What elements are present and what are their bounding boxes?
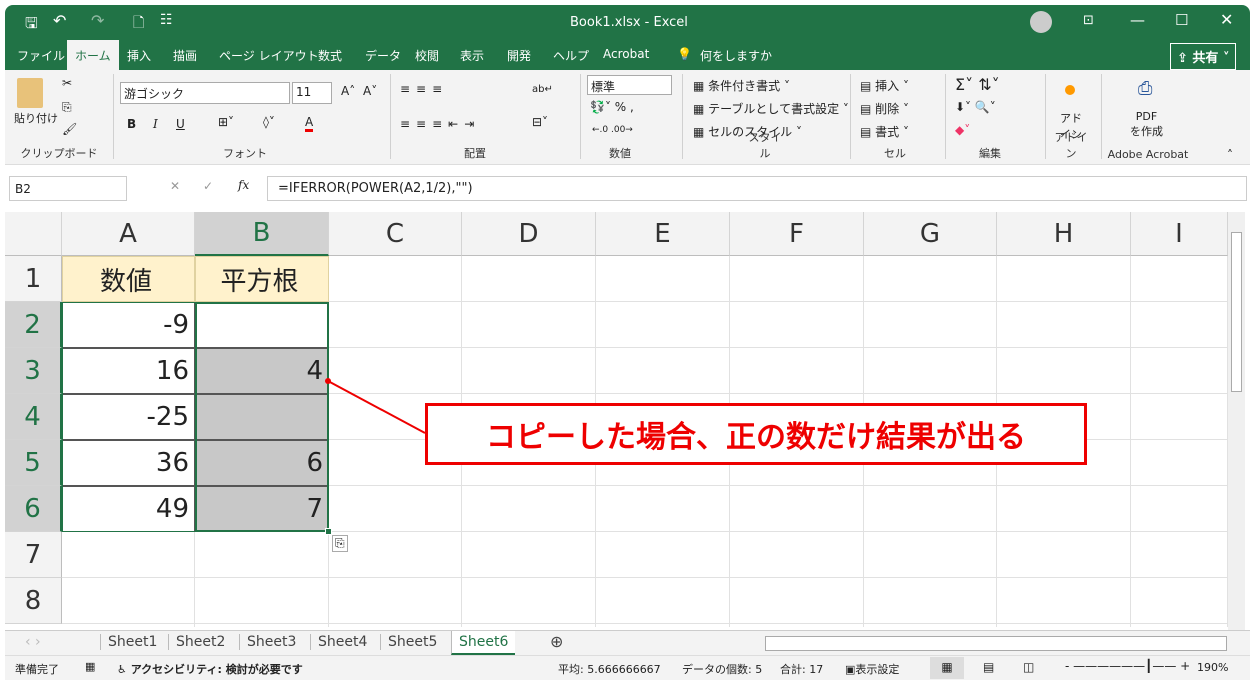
- accessibility-label: アクセシビリティ: 検討が必要です: [131, 663, 303, 676]
- paste-options-icon[interactable]: ⎘: [332, 535, 348, 552]
- callout-dot: [325, 378, 331, 384]
- status-sum: 合計: 17: [780, 661, 823, 677]
- page-break-view-button[interactable]: ◫: [1023, 660, 1034, 674]
- horizontal-scrollbar[interactable]: [765, 636, 1227, 651]
- status-ready: 準備完了: [15, 661, 59, 677]
- callout-annotation: コピーした場合、正の数だけ結果が出る: [425, 403, 1087, 465]
- normal-view-button[interactable]: ▦: [930, 657, 964, 679]
- sheet-tabs-bar: ‹ › Sheet1Sheet2 Sheet3 Sheet4 Sheet5 Sheet6…: [5, 630, 1250, 655]
- sheet-tab-sheet3[interactable]: Sheet3: [239, 634, 303, 650]
- accessibility-status[interactable]: ♿ アクセシビリティ: 検討が必要です: [117, 661, 303, 677]
- zoom-level[interactable]: 190%: [1197, 661, 1228, 674]
- sheet-tab-sheet6[interactable]: Sheet6: [451, 631, 515, 655]
- callout-connector: [0, 0, 1255, 685]
- sheet-nav-arrows[interactable]: ‹ ›: [25, 634, 41, 650]
- status-bar: 準備完了 ▦ ♿ アクセシビリティ: 検討が必要です 平均: 5.6666666…: [5, 655, 1250, 680]
- add-sheet-button[interactable]: ⊕: [550, 632, 563, 651]
- zoom-slider[interactable]: - ——————┃—— +: [1065, 659, 1190, 673]
- status-average: 平均: 5.666666667: [558, 661, 661, 677]
- sheet-tab-sheet1[interactable]: Sheet1: [100, 634, 164, 650]
- sheet-tab-sheet2[interactable]: Sheet2: [168, 634, 232, 650]
- page-layout-view-button[interactable]: ▤: [983, 660, 994, 674]
- status-count: データの個数: 5: [682, 661, 762, 677]
- display-settings-label: 表示設定: [855, 663, 899, 676]
- sheet-tab-sheet4[interactable]: Sheet4: [310, 634, 374, 650]
- sheet-tab-sheet5[interactable]: Sheet5: [380, 634, 444, 650]
- display-settings-button[interactable]: ▣表示設定: [845, 661, 899, 677]
- macro-icon[interactable]: ▦: [85, 660, 95, 673]
- callout-line: [328, 381, 425, 433]
